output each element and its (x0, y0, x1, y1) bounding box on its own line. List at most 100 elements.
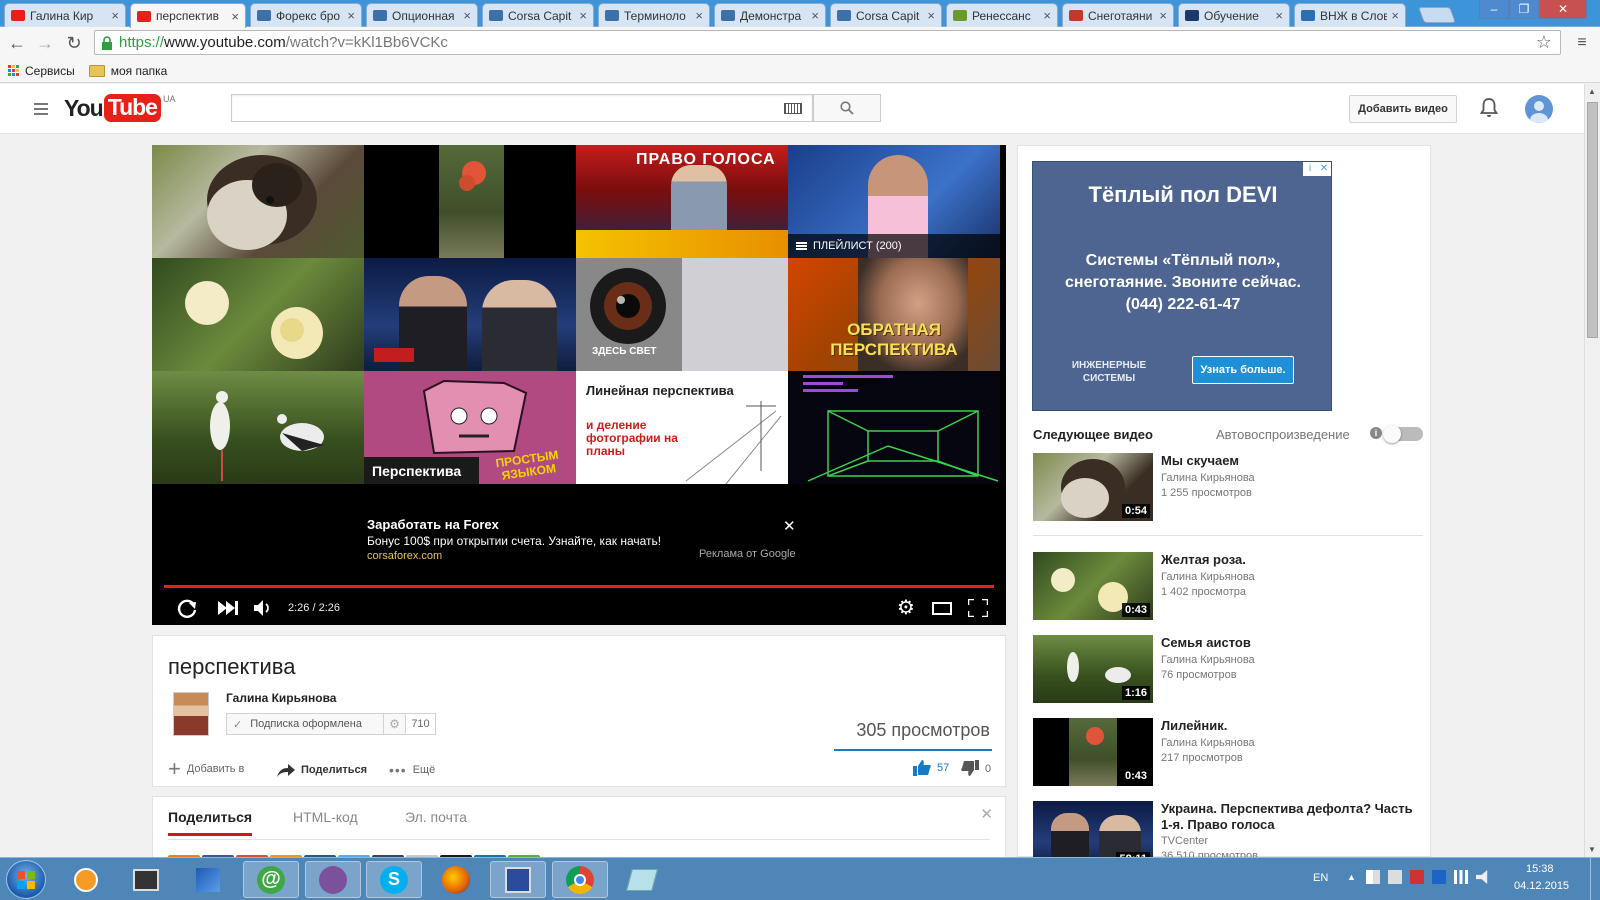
close-tab-icon[interactable]: × (811, 8, 819, 23)
browser-tab[interactable]: Corsa Capit × (830, 3, 942, 27)
list-item[interactable]: 0:43 Желтая роза. Галина Кирьянова 1 402… (1033, 552, 1423, 622)
reload-icon[interactable]: ↻ (63, 32, 85, 54)
ad-banner-cta-button[interactable]: Узнать больше. (1192, 356, 1294, 384)
avatar[interactable] (1525, 95, 1553, 123)
video-title[interactable]: Лилейник. (1161, 718, 1423, 734)
action-center-flag-icon[interactable] (1366, 870, 1380, 884)
video-thumbnail[interactable]: 0:43 (1033, 552, 1153, 620)
start-button[interactable] (6, 860, 46, 899)
theater-mode-button[interactable] (932, 602, 952, 615)
video-player[interactable]: ПРАВО ГОЛОСА ПЛЕЙЛИСТ (200) ЗДЕСЬ СВЕТ О… (152, 145, 1006, 625)
channel-avatar[interactable] (173, 692, 209, 736)
autoplay-toggle[interactable] (1383, 425, 1423, 443)
endscreen-video-thumbnail[interactable]: Линейная перспектива и деление фотографи… (576, 371, 788, 484)
close-tab-icon[interactable]: × (1159, 8, 1167, 23)
scroll-down-arrow-icon[interactable]: ▼ (1588, 845, 1596, 854)
video-title[interactable]: Украина. Перспектива дефолта? Часть 1-я.… (1161, 801, 1423, 833)
browser-tab[interactable]: Терминоло × (598, 3, 710, 27)
add-to-button[interactable]: + Добавить в (168, 758, 244, 780)
close-ad-icon[interactable]: ✕ (783, 517, 796, 535)
close-tab-icon[interactable]: × (695, 8, 703, 23)
video-thumbnail[interactable]: 0:43 (1033, 718, 1153, 786)
page-scrollbar[interactable]: ▲ ▼ (1584, 84, 1600, 857)
device-icon[interactable] (1410, 870, 1424, 884)
guide-menu-icon[interactable] (34, 103, 48, 115)
browser-tab[interactable]: ВНЖ в Слов × (1294, 3, 1406, 27)
save-app-taskbar-button[interactable] (490, 861, 546, 898)
minimize-window-button[interactable]: – (1479, 0, 1509, 19)
scrollbar-thumb[interactable] (1587, 102, 1598, 338)
media-player-classic-taskbar-button[interactable] (118, 861, 174, 898)
browser-tab[interactable]: Опционная × (366, 3, 478, 27)
endscreen-video-thumbnail[interactable]: ОБРАТНАЯ ПЕРСПЕКТИВА (788, 258, 1000, 371)
media-player-taskbar-button[interactable] (58, 861, 114, 898)
endscreen-video-thumbnail[interactable] (152, 371, 364, 484)
endscreen-video-thumbnail[interactable]: ЗДЕСЬ СВЕТ (576, 258, 788, 371)
youtube-logo[interactable]: You Tube UA (64, 94, 175, 122)
close-share-icon[interactable]: ✕ (980, 805, 993, 823)
forward-arrow-icon[interactable]: → (34, 32, 56, 54)
endscreen-video-thumbnail[interactable] (152, 258, 364, 371)
address-bar[interactable]: https://www.youtube.com/watch?v=kKl1Bb6V… (94, 30, 1561, 55)
show-desktop-button[interactable] (1590, 858, 1600, 900)
adchoices-icon[interactable]: i (1303, 162, 1317, 176)
show-hidden-icons-icon[interactable]: ▲ (1347, 872, 1356, 882)
settings-button[interactable]: ⚙ (897, 598, 915, 618)
more-actions-button[interactable]: ••• Ещё (389, 762, 435, 778)
bookmark-apps[interactable]: Сервисы (8, 64, 75, 78)
video-title[interactable]: Семья аистов (1161, 635, 1423, 651)
ad-title[interactable]: Заработать на Forex (367, 517, 499, 532)
volume-tray-icon[interactable] (1476, 870, 1488, 884)
browser-tab[interactable]: Снеготаяни × (1062, 3, 1174, 27)
close-tab-icon[interactable]: × (231, 9, 239, 24)
close-tab-icon[interactable]: × (111, 8, 119, 23)
list-item[interactable]: 0:43 Лилейник. Галина Кирьянова 217 прос… (1033, 718, 1423, 788)
ad-banner[interactable]: i ✕ Тёплый пол DEVI Системы «Тёплый пол»… (1032, 161, 1332, 411)
endscreen-video-thumbnail[interactable]: ПЛЕЙЛИСТ (200) (788, 145, 1000, 258)
close-tab-icon[interactable]: × (1043, 8, 1051, 23)
video-title[interactable]: Мы скучаем (1161, 453, 1423, 469)
viber-taskbar-button[interactable] (305, 861, 361, 898)
subscribed-button[interactable]: ✓ Подписка оформлена (226, 713, 384, 735)
close-tab-icon[interactable]: × (1391, 8, 1399, 23)
update-icon[interactable] (1432, 870, 1446, 884)
search-button[interactable] (813, 94, 881, 122)
close-ad-banner-icon[interactable]: ✕ (1317, 162, 1331, 176)
browser-tab-active[interactable]: перспектив × (130, 3, 246, 28)
dislike-button[interactable]: 0 (961, 760, 991, 777)
progress-bar[interactable] (164, 585, 994, 588)
close-window-button[interactable]: ✕ (1539, 0, 1587, 19)
close-tab-icon[interactable]: × (579, 8, 587, 23)
close-tab-icon[interactable]: × (347, 8, 355, 23)
close-tab-icon[interactable]: × (1275, 8, 1283, 23)
volume-button[interactable] (254, 599, 274, 620)
fullscreen-button[interactable] (966, 597, 990, 620)
back-arrow-icon[interactable]: ← (6, 32, 28, 54)
list-item[interactable]: 58:11 Украина. Перспектива дефолта? Част… (1033, 801, 1423, 861)
clock-date[interactable]: 04.12.2015 (1514, 880, 1569, 892)
clock-time[interactable]: 15:38 (1526, 863, 1554, 875)
endscreen-video-thumbnail[interactable]: ПРАВО ГОЛОСА (576, 145, 788, 258)
keyboard-icon[interactable] (784, 103, 802, 114)
browser-tab[interactable]: Обучение × (1178, 3, 1290, 27)
phone-icon[interactable] (1388, 870, 1402, 884)
endscreen-video-thumbnail[interactable]: Перспектива ПРОСТЫМ ЯЗЫКОМ (364, 371, 576, 484)
info-icon[interactable]: i (1370, 427, 1382, 439)
close-tab-icon[interactable]: × (927, 8, 935, 23)
browser-tab[interactable]: Ренессанс × (946, 3, 1058, 27)
firefox-taskbar-button[interactable] (428, 861, 484, 898)
close-tab-icon[interactable]: × (463, 8, 471, 23)
browser-tab[interactable]: Форекс бро × (250, 3, 362, 27)
bookmark-star-icon[interactable]: ☆ (1536, 32, 1552, 53)
share-button[interactable]: Поделиться (277, 763, 367, 777)
chrome-menu-icon[interactable]: ≡ (1571, 32, 1593, 54)
video-thumbnail[interactable]: 1:16 (1033, 635, 1153, 703)
language-indicator[interactable]: EN (1313, 872, 1328, 884)
list-item[interactable]: 0:54 Мы скучаем Галина Кирьянова 1 255 п… (1033, 453, 1423, 523)
upload-button[interactable]: Добавить видео (1349, 95, 1457, 123)
browser-tab[interactable]: Демонстра × (714, 3, 826, 27)
notifications-bell-icon[interactable] (1479, 97, 1499, 122)
browser-tab[interactable]: Corsa Capit × (482, 3, 594, 27)
video-title[interactable]: Желтая роза. (1161, 552, 1423, 568)
endscreen-video-thumbnail[interactable] (152, 145, 364, 258)
